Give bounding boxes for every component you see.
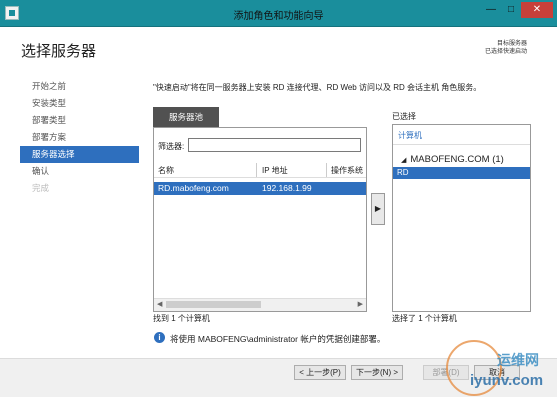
step-installation-type[interactable]: 安装类型 — [20, 95, 139, 112]
description-text: "快速启动"将在同一服务器上安装 RD 连接代理、RD Web 访问以及 RD … — [153, 83, 482, 92]
destination-label: 目标服务器 — [496, 41, 527, 47]
column-header-os[interactable]: 操作系统 — [331, 165, 363, 176]
selected-panel: 计算机 ◢ MABOFENG.COM (1) RD — [392, 124, 531, 312]
divider — [393, 144, 530, 145]
horizontal-scrollbar[interactable]: ◀ ▶ — [154, 298, 366, 311]
domain-group[interactable]: ◢ MABOFENG.COM (1) — [401, 154, 504, 165]
page-title: 选择服务器 — [21, 43, 97, 60]
column-divider — [326, 163, 327, 177]
list-item[interactable]: RD — [393, 167, 530, 179]
step-server-selection[interactable]: 服务器选择 — [20, 146, 139, 163]
collapse-triangle-icon[interactable]: ◢ — [401, 157, 406, 164]
scrollbar-thumb[interactable] — [166, 301, 261, 308]
step-deployment-type[interactable]: 部署类型 — [20, 112, 139, 129]
selected-title: 已选择 — [392, 112, 416, 121]
wizard-steps: 开始之前 安装类型 部署类型 部署方案 服务器选择 确认 完成 — [20, 78, 139, 197]
title-bar[interactable]: 添加角色和功能向导 — □ ✕ — [0, 0, 557, 27]
wizard-window: 添加角色和功能向导 — □ ✕ 选择服务器 目标服务器 已选择快速启动 开始之前… — [0, 0, 557, 397]
maximize-button[interactable]: □ — [501, 2, 521, 18]
column-header-name[interactable]: 名称 — [158, 165, 174, 176]
step-completion: 完成 — [32, 183, 50, 193]
destination-value: 已选择快速启动 — [484, 49, 527, 55]
found-count: 找到 1 个计算机 — [153, 314, 210, 323]
step-confirmation[interactable]: 确认 — [20, 163, 139, 180]
server-name-cell: RD.mabofeng.com — [158, 183, 229, 193]
column-header-computer[interactable]: 计算机 — [398, 130, 422, 141]
previous-button[interactable]: < 上一步(P) — [294, 365, 346, 380]
add-to-selection-button[interactable]: ▶ — [371, 193, 385, 225]
watermark-url: iyunv.com — [470, 372, 544, 389]
close-button[interactable]: ✕ — [521, 2, 553, 18]
scroll-left-icon[interactable]: ◀ — [157, 300, 162, 308]
window-title: 添加角色和功能向导 — [233, 11, 324, 22]
column-header-ip[interactable]: IP 地址 — [262, 165, 288, 176]
selected-count: 选择了 1 个计算机 — [392, 314, 457, 323]
server-grid-header: 名称 IP 地址 操作系统 — [154, 163, 366, 178]
info-icon: i — [154, 332, 165, 343]
minimize-button[interactable]: — — [481, 2, 501, 18]
step-deployment-scenario[interactable]: 部署方案 — [20, 129, 139, 146]
tab-server-pool[interactable]: 服务器池 — [153, 107, 219, 127]
column-divider — [256, 163, 257, 177]
filter-label: 筛选器: — [158, 142, 185, 151]
destination-server: 目标服务器 已选择快速启动 — [485, 40, 527, 56]
step-before-you-begin[interactable]: 开始之前 — [20, 78, 139, 95]
filter-input[interactable] — [188, 138, 361, 152]
table-row[interactable]: RD.mabofeng.com 192.168.1.99 — [154, 182, 366, 195]
domain-group-label: MABOFENG.COM (1) — [410, 154, 504, 165]
server-ip-cell: 192.168.1.99 — [262, 183, 312, 193]
next-button[interactable]: 下一步(N) > — [351, 365, 403, 380]
scroll-right-icon[interactable]: ▶ — [358, 300, 363, 308]
info-text: 将使用 MABOFENG\administrator 帐户的凭据创建部署。 — [170, 334, 386, 344]
server-pool-panel: 筛选器: 名称 IP 地址 操作系统 RD.mabofeng.com 192.1… — [153, 127, 367, 312]
watermark-text: 运维网 — [497, 352, 539, 368]
